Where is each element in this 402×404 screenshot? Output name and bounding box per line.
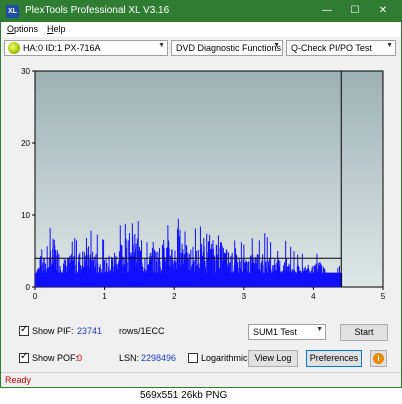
drive-select-value: HA:0 ID:1 PX-716A — [23, 43, 101, 53]
x-tick-label: 0 — [33, 292, 38, 301]
chevron-down-icon: ▼ — [273, 42, 280, 49]
chevron-down-icon: ▼ — [316, 326, 323, 333]
toolbar: HA:0 ID:1 PX-716A ▼ DVD Diagnostic Funct… — [1, 37, 401, 59]
caption-text: 569x551 26kb PNG — [140, 390, 228, 401]
show-pif-checkbox[interactable] — [19, 324, 29, 336]
show-pof-checkbox[interactable] — [19, 351, 29, 363]
pi-chart: 0 10 20 30 0 1 2 3 4 5 — [21, 67, 386, 301]
test-select-value: Q-Check PI/PO Test — [291, 43, 372, 53]
x-tick-label: 1 — [102, 292, 107, 301]
minimize-button[interactable]: — — [317, 2, 337, 20]
menu-options[interactable]: Options — [7, 24, 38, 34]
function-select-value: DVD Diagnostic Functions — [176, 43, 282, 53]
chart-area: 0 10 20 30 0 1 2 3 4 5 — [15, 63, 391, 311]
chevron-down-icon: ▼ — [386, 42, 393, 49]
menu-bar: Options Help — [1, 22, 401, 37]
pof-value: 0 — [77, 353, 83, 363]
x-tick-label: 5 — [381, 292, 386, 301]
lsn-label: LSN: — [119, 353, 140, 363]
show-pif-label: Show PIF: — [32, 326, 74, 336]
y-tick-label: 10 — [21, 211, 30, 220]
info-button[interactable]: i — [370, 350, 387, 367]
test-select[interactable]: Q-Check PI/PO Test ▼ — [286, 40, 396, 56]
preferences-button[interactable]: Preferences — [306, 350, 362, 367]
x-tick-label: 4 — [311, 292, 316, 301]
logarithmic-checkbox[interactable] — [188, 353, 198, 363]
pif-units: rows/1ECC — [119, 326, 165, 336]
info-icon: i — [373, 353, 384, 364]
drive-select[interactable]: HA:0 ID:1 PX-716A ▼ — [4, 40, 168, 56]
x-tick-label: 3 — [242, 292, 247, 301]
drive-icon — [8, 42, 20, 54]
window-title: PlexTools Professional XL V3.16 — [25, 5, 170, 16]
menu-help[interactable]: Help — [47, 24, 66, 34]
control-panel: Show PIF: 23741 rows/1ECC SUM1 Test ▼ St… — [1, 317, 401, 371]
sum-select-value: SUM1 Test — [253, 327, 297, 337]
status-bar: Ready — [1, 372, 401, 387]
image-caption: 569x551 26kb PNG — [0, 388, 402, 404]
status-text: Ready — [5, 375, 32, 385]
view-log-button[interactable]: View Log — [248, 350, 298, 367]
y-tick-label: 20 — [21, 139, 30, 148]
y-tick-label: 0 — [26, 283, 31, 292]
pi-baseline — [35, 272, 342, 287]
maximize-button[interactable]: ☐ — [345, 2, 365, 20]
function-select[interactable]: DVD Diagnostic Functions ▼ — [171, 40, 283, 56]
sum-select[interactable]: SUM1 Test ▼ — [248, 324, 326, 340]
lsn-value: 2298496 — [141, 353, 177, 363]
app-logo-icon: XL — [6, 5, 19, 18]
y-tick-label: 30 — [21, 67, 30, 76]
pif-value: 23741 — [77, 326, 103, 336]
app-window: XL PlexTools Professional XL V3.16 — ☐ ✕… — [0, 0, 402, 388]
x-tick-label: 2 — [172, 292, 177, 301]
chevron-down-icon: ▼ — [158, 42, 165, 49]
close-button[interactable]: ✕ — [373, 2, 393, 20]
start-button[interactable]: Start — [340, 324, 388, 341]
logarithmic-label: Logarithmic — [201, 353, 248, 363]
show-pof-label: Show POF: — [32, 353, 79, 363]
title-bar[interactable]: XL PlexTools Professional XL V3.16 — ☐ ✕ — [1, 1, 401, 22]
